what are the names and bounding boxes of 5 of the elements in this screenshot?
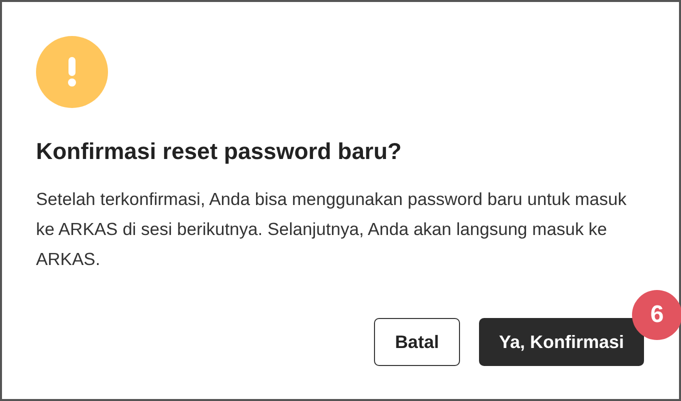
dialog-message: Setelah terkonfirmasi, Anda bisa menggunakan password baru untuk masuk ke ARKAS di sesi berikutnya. Selanjutnya, Anda akan langsung masuk ke ARKAS.: [36, 188, 628, 271]
dialog-title: Konfirmasi reset password baru?: [36, 137, 403, 166]
confirm-button[interactable]: Ya, Konfirmasi: [478, 318, 644, 366]
step-badge: 6: [632, 290, 681, 340]
cancel-button[interactable]: Batal: [374, 318, 460, 366]
